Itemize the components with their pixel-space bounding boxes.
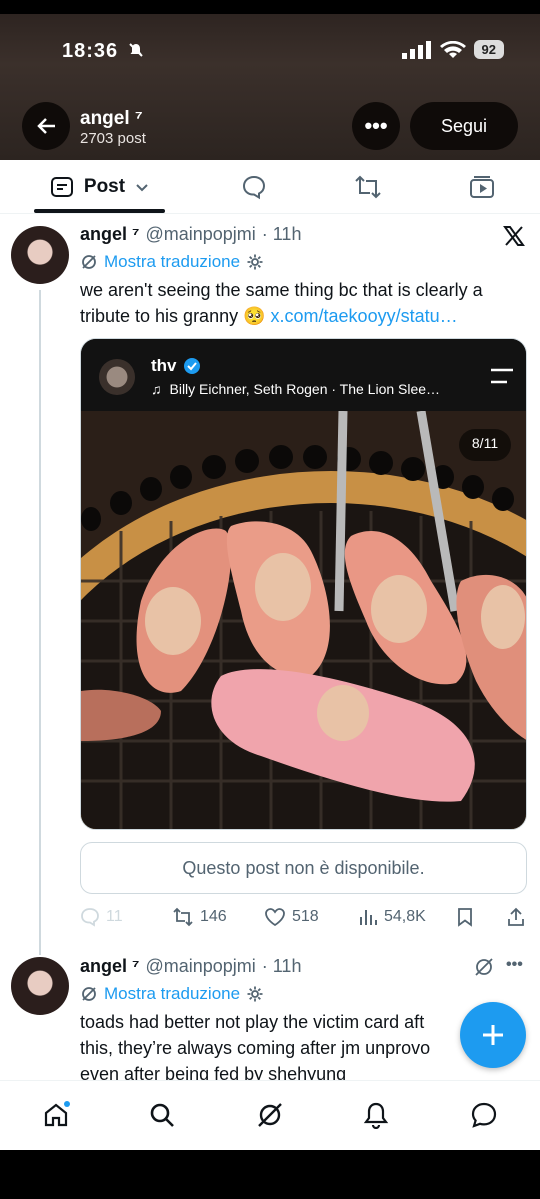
tab-replies[interactable]	[234, 160, 274, 214]
profile-name: angel ⁷	[80, 108, 143, 129]
bookmark-button[interactable]	[456, 907, 474, 927]
repost-count: 146	[200, 908, 227, 925]
tab-posts[interactable]: Post	[34, 160, 165, 214]
reply-icon	[81, 908, 99, 927]
post-header: angel ⁷ @mainpopjmi · 11h	[80, 224, 301, 245]
repost-icon	[355, 175, 381, 199]
plus-icon	[483, 1025, 503, 1045]
unavailable-post-notice: Questo post non è disponibile.	[80, 842, 527, 894]
reply-button[interactable]: 11	[80, 907, 123, 927]
chevron-down-icon	[136, 184, 148, 192]
author-handle[interactable]: @mainpopjmi	[145, 224, 255, 245]
music-note-icon: ♫	[151, 381, 162, 397]
bookmark-icon	[458, 908, 472, 927]
profile-tabs: Post	[0, 160, 540, 214]
bell-icon	[363, 1102, 389, 1129]
grill-photo	[81, 411, 526, 829]
grok-icon	[258, 1103, 282, 1127]
post-time: · 11h	[261, 224, 302, 244]
post-line: even after being fed by shehyung	[80, 1064, 347, 1081]
repost-button[interactable]: 146	[172, 907, 227, 927]
message-bubble-icon	[471, 1102, 497, 1128]
back-arrow-icon	[37, 118, 55, 134]
status-time: 18:36	[62, 40, 119, 62]
post-text: we aren't seeing the same thing bc that …	[80, 277, 525, 329]
search-icon	[150, 1103, 174, 1127]
like-button[interactable]: 518	[264, 907, 319, 927]
screen-bottom-edge	[0, 1150, 540, 1199]
signal-icon	[401, 40, 431, 59]
share-icon	[508, 907, 524, 926]
more-dots-icon[interactable]: •••	[506, 956, 523, 974]
repost-icon	[173, 907, 193, 927]
view-count: 54,8K	[384, 908, 426, 925]
embed-music: Billy Eichner, Seth Rogen · The Lion Sle…	[169, 381, 441, 397]
author-name[interactable]: angel ⁷	[80, 956, 139, 977]
post-action-bar: 11 146 518 54,8K	[80, 904, 530, 930]
bottom-navigation	[0, 1080, 540, 1150]
avatar[interactable]	[11, 226, 69, 284]
share-button[interactable]	[506, 907, 526, 927]
post-line: toads had better not play the victim car…	[80, 1012, 425, 1032]
nav-search[interactable]	[142, 1095, 182, 1135]
nav-home[interactable]	[36, 1095, 76, 1135]
translate-icon	[82, 987, 96, 1001]
embedded-media-card[interactable]: thv ♫ Billy Eichner, Seth Rogen · The Li…	[80, 338, 527, 830]
translate-link[interactable]: Mostra traduzione	[104, 984, 240, 1004]
post-text: toads had better not play the victim car…	[80, 1009, 520, 1081]
views-chart-icon	[360, 910, 377, 925]
status-icons: 92	[401, 40, 504, 59]
embed-username: thv	[151, 356, 177, 375]
embed-header: thv ♫ Billy Eichner, Seth Rogen · The Li…	[81, 339, 526, 411]
reply-bubble-icon	[242, 175, 266, 200]
battery-level: 92	[473, 40, 504, 59]
translate-link[interactable]: Mostra traduzione	[104, 252, 240, 272]
menu-lines-icon[interactable]	[489, 367, 515, 390]
compose-button[interactable]	[460, 1002, 526, 1068]
avatar[interactable]	[11, 957, 69, 1015]
nav-grok[interactable]	[250, 1095, 290, 1135]
wifi-icon	[439, 40, 466, 58]
x-logo-icon[interactable]	[502, 224, 526, 253]
settings-gear-icon[interactable]	[246, 985, 264, 1003]
mute-bell-icon	[128, 42, 144, 63]
follow-button[interactable]: Segui	[410, 102, 518, 150]
thread-connector	[39, 290, 41, 955]
profile-post-count: 2703 post	[80, 130, 146, 147]
app-screen: 18:36 92 angel ⁷ 2703 post ••• Segui Pos…	[0, 0, 540, 1199]
active-tab-indicator	[34, 209, 165, 213]
screen-top-edge	[0, 0, 540, 14]
post-link[interactable]: x.com/taekooyy/statu…	[271, 306, 458, 326]
nav-messages[interactable]	[464, 1095, 504, 1135]
grok-icon[interactable]	[474, 957, 494, 982]
back-button[interactable]	[22, 102, 70, 150]
media-counter: 8/11	[471, 435, 499, 451]
post-header: angel ⁷ @mainpopjmi · 11h	[80, 956, 301, 977]
author-handle[interactable]: @mainpopjmi	[145, 956, 255, 977]
post-list-icon	[50, 177, 73, 197]
home-icon	[44, 1101, 70, 1127]
post-time: · 11h	[261, 956, 302, 976]
nav-notifications[interactable]	[356, 1095, 396, 1135]
settings-gear-icon[interactable]	[246, 253, 264, 271]
like-count: 518	[292, 908, 319, 925]
post-line: this, they’re always coming after jm unp…	[80, 1038, 431, 1058]
verified-badge-icon	[183, 358, 200, 374]
more-options-button[interactable]: •••	[352, 102, 400, 150]
author-name[interactable]: angel ⁷	[80, 224, 139, 245]
heart-icon	[265, 908, 285, 927]
tab-posts-label: Post	[83, 176, 126, 197]
tab-media[interactable]	[462, 160, 502, 214]
embed-avatar	[99, 359, 135, 395]
reply-count: 11	[106, 908, 123, 925]
video-icon	[470, 176, 494, 198]
tab-reposts[interactable]	[348, 160, 388, 214]
translate-row[interactable]: Mostra traduzione	[80, 984, 264, 1004]
views-button[interactable]: 54,8K	[358, 907, 426, 927]
translate-icon	[82, 255, 96, 269]
translate-row[interactable]: Mostra traduzione	[80, 252, 264, 272]
